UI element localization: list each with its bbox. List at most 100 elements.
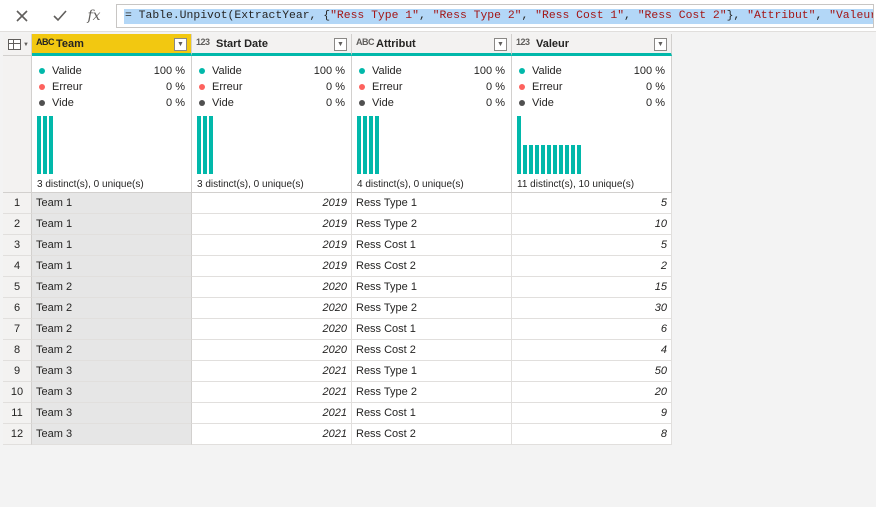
formula-input[interactable]: = Table.Unpivot(ExtractYear, {"Ress Type… [116,4,874,28]
table-cell[interactable]: 50 [512,361,672,382]
table-cell[interactable]: Ress Cost 2 [352,340,512,361]
row-number[interactable]: 2 [3,214,32,235]
table-row[interactable]: 10 Team 3 2021 Ress Type 2 20 [3,382,672,403]
table-cell[interactable]: Ress Cost 2 [352,424,512,445]
table-cell[interactable]: 2020 [192,298,352,319]
column-header-start-date[interactable]: 123 Start Date ▼ [192,34,352,56]
table-cell[interactable]: Ress Cost 1 [352,235,512,256]
row-number[interactable]: 3 [3,235,32,256]
table-cell[interactable]: 2021 [192,424,352,445]
distribution-bar[interactable] [43,116,47,174]
table-cell[interactable]: 2020 [192,319,352,340]
distribution-bar[interactable] [197,116,201,174]
table-row[interactable]: 6 Team 2 2020 Ress Type 2 30 [3,298,672,319]
table-row[interactable]: 9 Team 3 2021 Ress Type 1 50 [3,361,672,382]
row-number[interactable]: 12 [3,424,32,445]
table-cell[interactable]: Team 2 [32,340,192,361]
filter-dropdown-icon[interactable]: ▼ [654,38,667,51]
table-cell[interactable]: 30 [512,298,672,319]
table-row[interactable]: 12 Team 3 2021 Ress Cost 28 [3,424,672,445]
filter-dropdown-icon[interactable]: ▼ [494,38,507,51]
table-row[interactable]: 1 Team 1 2019 Ress Type 15 [3,193,672,214]
distribution-bar[interactable] [209,116,213,174]
distribution-bar[interactable] [565,145,569,174]
number-type-icon[interactable]: 123 [196,37,210,47]
check-icon[interactable] [50,6,70,26]
table-cell[interactable]: 2020 [192,340,352,361]
row-number[interactable]: 5 [3,277,32,298]
distribution-bar[interactable] [203,116,207,174]
row-number[interactable]: 8 [3,340,32,361]
distribution-bar[interactable] [577,145,581,174]
table-cell[interactable]: 10 [512,214,672,235]
filter-dropdown-icon[interactable]: ▼ [334,38,347,51]
text-type-icon[interactable]: ABC [356,37,375,47]
distribution-bar[interactable] [559,145,563,174]
table-cell[interactable]: 2021 [192,403,352,424]
table-cell[interactable]: 2 [512,256,672,277]
table-cell[interactable]: 8 [512,424,672,445]
table-cell[interactable]: Ress Cost 2 [352,256,512,277]
table-row[interactable]: 8 Team 2 2020 Ress Cost 24 [3,340,672,361]
column-header-team[interactable]: ABC Team ▼ [32,34,192,56]
row-number[interactable]: 9 [3,361,32,382]
distribution-bar[interactable] [535,145,539,174]
table-cell[interactable]: 9 [512,403,672,424]
table-cell[interactable]: 20 [512,382,672,403]
distribution-chart[interactable] [357,114,507,174]
distribution-chart[interactable] [197,114,347,174]
distribution-bar[interactable] [553,145,557,174]
number-type-icon[interactable]: 123 [516,37,530,47]
row-number[interactable]: 6 [3,298,32,319]
table-row[interactable]: 4 Team 1 2019 Ress Cost 22 [3,256,672,277]
table-cell[interactable]: Team 2 [32,277,192,298]
column-header-attribut[interactable]: ABC Attribut ▼ [352,34,512,56]
table-cell[interactable]: Team 2 [32,319,192,340]
table-row[interactable]: 11 Team 3 2021 Ress Cost 19 [3,403,672,424]
distribution-bar[interactable] [37,116,41,174]
table-row[interactable]: 5 Team 2 2020 Ress Type 1 15 [3,277,672,298]
table-cell[interactable]: Ress Type 1 [352,361,512,382]
distribution-bar[interactable] [357,116,361,174]
table-cell[interactable]: 2019 [192,193,352,214]
table-cell[interactable]: Team 3 [32,424,192,445]
table-cell[interactable]: 5 [512,235,672,256]
table-row[interactable]: 7 Team 2 2020 Ress Cost 16 [3,319,672,340]
distribution-bar[interactable] [547,145,551,174]
row-number[interactable]: 4 [3,256,32,277]
table-row[interactable]: 3 Team 1 2019 Ress Cost 15 [3,235,672,256]
distribution-bar[interactable] [523,145,527,174]
table-cell[interactable]: Ress Type 1 [352,277,512,298]
table-menu-button[interactable]: ▼ [3,34,32,56]
distribution-chart[interactable] [517,114,667,174]
table-cell[interactable]: Ress Cost 1 [352,319,512,340]
text-type-icon[interactable]: ABC [36,37,55,47]
table-cell[interactable]: Team 1 [32,256,192,277]
distribution-chart[interactable] [37,114,187,174]
row-number[interactable]: 7 [3,319,32,340]
table-cell[interactable]: Team 3 [32,382,192,403]
table-cell[interactable]: 2019 [192,235,352,256]
table-cell[interactable]: 5 [512,193,672,214]
distribution-bar[interactable] [517,116,521,174]
table-row[interactable]: 2 Team 1 2019 Ress Type 2 10 [3,214,672,235]
table-cell[interactable]: Ress Type 1 [352,193,512,214]
table-cell[interactable]: 15 [512,277,672,298]
close-icon[interactable] [12,6,32,26]
row-number[interactable]: 11 [3,403,32,424]
table-cell[interactable]: 2019 [192,256,352,277]
distribution-bar[interactable] [375,116,379,174]
table-cell[interactable]: 4 [512,340,672,361]
distribution-bar[interactable] [541,145,545,174]
filter-dropdown-icon[interactable]: ▼ [174,38,187,51]
table-cell[interactable]: Team 2 [32,298,192,319]
distribution-bar[interactable] [369,116,373,174]
table-cell[interactable]: 2021 [192,382,352,403]
table-cell[interactable]: 2021 [192,361,352,382]
table-cell[interactable]: 2019 [192,214,352,235]
column-header-valeur[interactable]: 123 Valeur ▼ [512,34,672,56]
table-cell[interactable]: 2020 [192,277,352,298]
table-cell[interactable]: Team 1 [32,214,192,235]
distribution-bar[interactable] [363,116,367,174]
fx-icon[interactable]: fx [84,6,104,26]
